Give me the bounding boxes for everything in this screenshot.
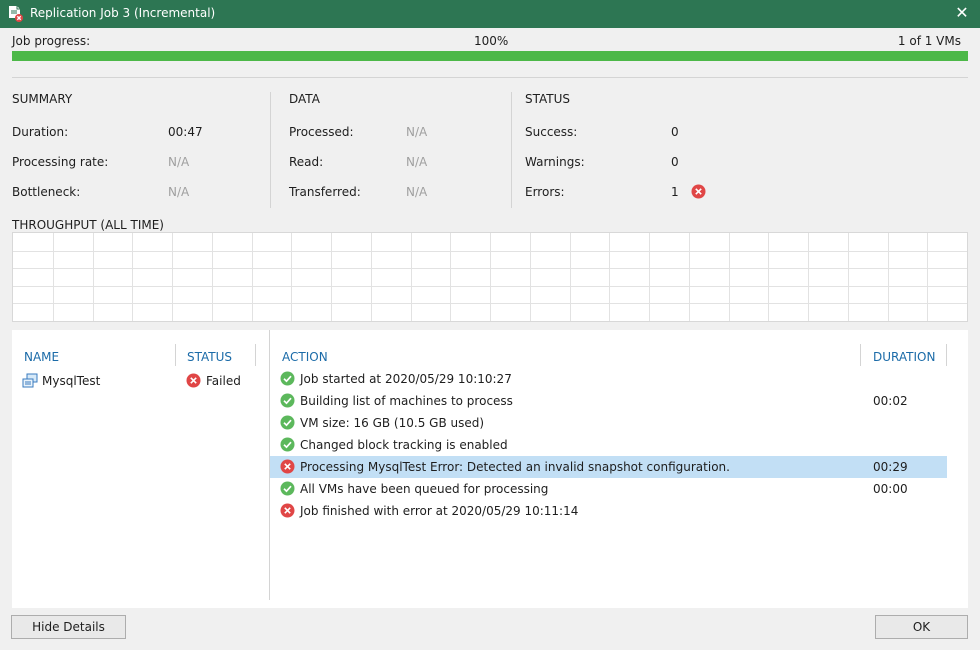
throughput-title: THROUGHPUT (ALL TIME) xyxy=(12,218,164,232)
success-icon xyxy=(280,437,295,452)
success-value: 0 xyxy=(671,125,679,139)
error-icon xyxy=(280,503,295,518)
job-progress-fill xyxy=(12,51,968,61)
log-action-text: Job started at 2020/05/29 10:10:27 xyxy=(300,372,512,386)
section-divider xyxy=(511,92,512,208)
log-row[interactable]: Processing MysqlTest Error: Detected an … xyxy=(270,456,947,478)
column-separator xyxy=(175,344,176,366)
hide-details-button[interactable]: Hide Details xyxy=(11,615,126,639)
data-title: DATA xyxy=(289,92,320,106)
warnings-label: Warnings: xyxy=(525,155,585,169)
log-action-text: Building list of machines to process xyxy=(300,394,513,408)
log-action-text: All VMs have been queued for processing xyxy=(300,482,549,496)
ok-button[interactable]: OK xyxy=(875,615,968,639)
column-separator xyxy=(255,344,256,366)
log-action-text: Job finished with error at 2020/05/29 10… xyxy=(300,504,579,518)
duration-column-header[interactable]: DURATION xyxy=(873,350,935,364)
throughput-grid xyxy=(13,233,967,321)
log-duration: 00:29 xyxy=(873,460,908,474)
job-progress-bar xyxy=(12,51,968,61)
log-row[interactable]: All VMs have been queued for processing 0… xyxy=(270,478,947,500)
log-row[interactable]: Building list of machines to process 00:0… xyxy=(270,390,947,412)
read-value: N/A xyxy=(406,155,428,169)
duration-value: 00:47 xyxy=(168,125,203,139)
errors-value: 1 xyxy=(671,185,679,199)
close-icon: ✕ xyxy=(955,3,969,22)
success-icon xyxy=(280,393,295,408)
transferred-label: Transferred: xyxy=(289,185,361,199)
action-log: Job started at 2020/05/29 10:10:27 Buildi… xyxy=(270,368,947,522)
log-row[interactable]: Job started at 2020/05/29 10:10:27 xyxy=(270,368,947,390)
job-progress-label: Job progress: xyxy=(12,34,91,48)
error-icon xyxy=(691,184,706,199)
column-separator xyxy=(946,344,947,366)
processed-label: Processed: xyxy=(289,125,354,139)
bottleneck-label: Bottleneck: xyxy=(12,185,81,199)
status-title: STATUS xyxy=(525,92,571,106)
title-bar: Replication Job 3 (Incremental) ✕ xyxy=(0,0,980,28)
vm-status: Failed xyxy=(206,374,241,388)
log-row[interactable]: Job finished with error at 2020/05/29 10… xyxy=(270,500,947,522)
errors-label: Errors: xyxy=(525,185,565,199)
error-icon xyxy=(186,373,201,388)
window-title: Replication Job 3 (Incremental) xyxy=(30,6,216,20)
section-divider xyxy=(270,92,271,208)
success-icon xyxy=(280,415,295,430)
status-column-header[interactable]: STATUS xyxy=(187,350,232,364)
log-action-text: Processing MysqlTest Error: Detected an … xyxy=(300,460,730,474)
processed-value: N/A xyxy=(406,125,428,139)
processing-rate-label: Processing rate: xyxy=(12,155,109,169)
name-column-header[interactable]: NAME xyxy=(24,350,59,364)
vm-name: MysqlTest xyxy=(42,374,101,388)
log-action-text: Changed block tracking is enabled xyxy=(300,438,508,452)
details-panel: NAME STATUS MysqlTest Failed ACTION DURA… xyxy=(12,330,968,608)
success-icon xyxy=(280,481,295,496)
summary-title: SUMMARY xyxy=(12,92,73,106)
processing-rate-value: N/A xyxy=(168,155,190,169)
log-row[interactable]: VM size: 16 GB (10.5 GB used) xyxy=(270,412,947,434)
success-icon xyxy=(280,371,295,386)
success-label: Success: xyxy=(525,125,578,139)
close-button[interactable]: ✕ xyxy=(952,3,972,23)
bottleneck-value: N/A xyxy=(168,185,190,199)
log-row[interactable]: Changed block tracking is enabled xyxy=(270,434,947,456)
vm-icon xyxy=(22,373,38,388)
transferred-value: N/A xyxy=(406,185,428,199)
log-action-text: VM size: 16 GB (10.5 GB used) xyxy=(300,416,485,430)
divider xyxy=(12,77,968,78)
action-column-header[interactable]: ACTION xyxy=(282,350,328,364)
vm-list-row[interactable]: MysqlTest Failed xyxy=(22,372,258,390)
job-progress-percent: 100% xyxy=(474,34,509,48)
job-progress-count: 1 of 1 VMs xyxy=(897,34,961,48)
log-duration: 00:02 xyxy=(873,394,908,408)
throughput-chart xyxy=(12,232,968,322)
log-duration: 00:00 xyxy=(873,482,908,496)
error-icon xyxy=(280,459,295,474)
job-error-icon xyxy=(9,6,23,22)
duration-label: Duration: xyxy=(12,125,69,139)
read-label: Read: xyxy=(289,155,324,169)
warnings-value: 0 xyxy=(671,155,679,169)
column-separator xyxy=(860,344,861,366)
